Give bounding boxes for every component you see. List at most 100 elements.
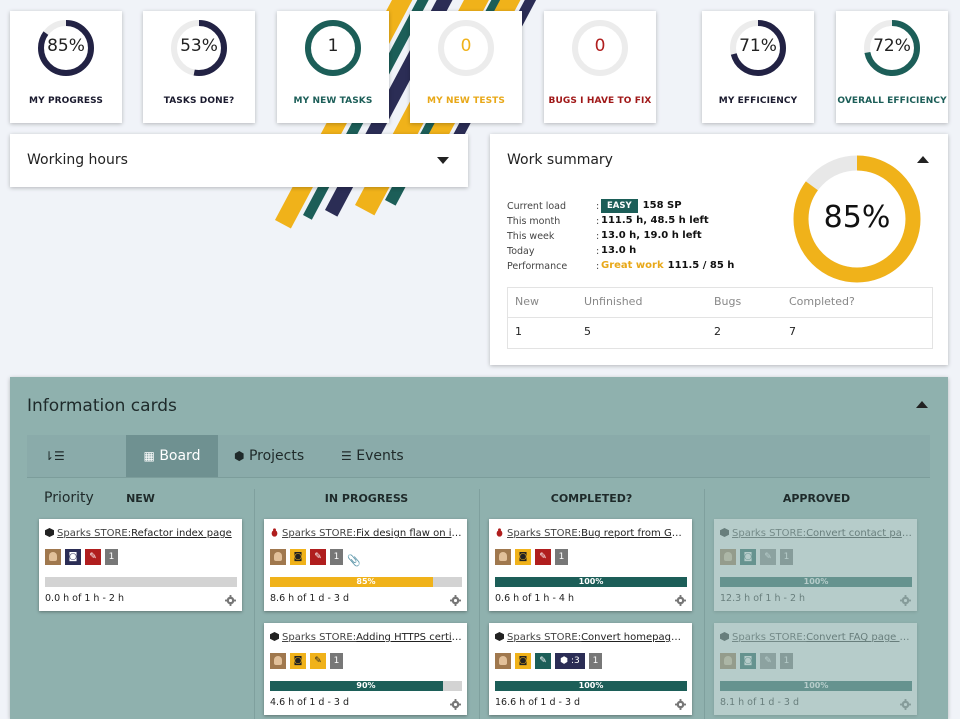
gear-icon[interactable] xyxy=(675,699,686,710)
pen-icon: ✎ xyxy=(85,549,101,565)
card-badges: ◙ ✎ 1 xyxy=(270,653,347,669)
card-project[interactable]: Sparks STORE: xyxy=(732,528,806,539)
card-task-name[interactable]: Fix design flaw on ind... xyxy=(356,528,462,539)
card-task-name[interactable]: Adding HTTPS certifica... xyxy=(356,632,462,643)
progress-bar: 100% xyxy=(720,577,912,587)
working-hours-panel[interactable]: Working hours xyxy=(10,134,468,187)
column-divider xyxy=(254,489,255,719)
gear-icon[interactable] xyxy=(900,699,911,710)
pen-icon: ✎ xyxy=(535,653,551,669)
kpi-label: TASKS DONE? xyxy=(163,96,235,106)
card-badges: ◙ ✎ 1 xyxy=(45,549,122,565)
gear-icon[interactable] xyxy=(675,595,686,606)
card-project[interactable]: Sparks STORE: xyxy=(282,632,356,643)
story-points-badge: 1 xyxy=(555,549,568,565)
card-title[interactable]: Sparks STORE:Convert FAQ page de... xyxy=(720,632,912,643)
card-badges: ◙ ✎ 1 📎 xyxy=(270,549,361,567)
load-badge: EASY xyxy=(601,199,638,213)
kpi-tile[interactable]: 0 BUGS I HAVE TO FIX xyxy=(544,11,656,123)
expand-caret-icon[interactable] xyxy=(437,157,449,164)
tab-projects[interactable]: ⬢ Projects xyxy=(234,435,314,477)
summary-row-separator: : xyxy=(596,261,600,272)
tab-board[interactable]: ▦ Board xyxy=(126,435,218,477)
story-points-badge: 1 xyxy=(330,653,343,669)
card-project[interactable]: Sparks STORE: xyxy=(57,528,131,539)
summary-value-bugs: 2 xyxy=(714,325,721,338)
card-title[interactable]: Sparks STORE:Convert contact page... xyxy=(720,528,912,539)
kpi-tile[interactable]: 85% MY PROGRESS xyxy=(10,11,122,123)
progress-label: 100% xyxy=(803,681,829,690)
kpi-label: MY NEW TESTS xyxy=(427,96,505,106)
summary-row-value: 13.0 h xyxy=(601,245,636,256)
avatar xyxy=(495,653,511,669)
avatar xyxy=(45,549,61,565)
gear-icon[interactable] xyxy=(900,595,911,606)
kpi-value: 71% xyxy=(739,36,777,56)
task-card[interactable]: Sparks STORE:Convert contact page... ◙✎1… xyxy=(714,519,917,611)
avatar xyxy=(270,549,286,565)
kpi-tile[interactable]: 53% TASKS DONE? xyxy=(143,11,255,123)
card-badges: ◙ ✎ 1 xyxy=(720,549,797,565)
card-title[interactable]: Sparks STORE:Bug report from Googl... xyxy=(495,528,687,539)
column-divider xyxy=(704,489,705,719)
progress-bar xyxy=(45,577,237,587)
card-title[interactable]: Sparks STORE:Convert homepage d... xyxy=(495,632,687,643)
kpi-value: 0 xyxy=(460,36,472,56)
card-project[interactable]: Sparks STORE: xyxy=(507,528,581,539)
summary-row-value: EASY 158 SP xyxy=(601,199,682,213)
gear-icon[interactable] xyxy=(225,595,236,606)
collapse-caret-icon[interactable] xyxy=(916,401,928,408)
task-card[interactable]: Sparks STORE:Bug report from Googl... ◙✎… xyxy=(489,519,692,611)
bug-icon xyxy=(271,528,278,537)
gear-icon[interactable] xyxy=(450,595,461,606)
pen-icon: ✎ xyxy=(760,549,776,565)
card-task-name[interactable]: Bug report from Googl... xyxy=(581,528,687,539)
task-card[interactable]: Sparks STORE:Adding HTTPS certifica... ◙… xyxy=(264,623,467,715)
task-card[interactable]: Sparks STORE:Convert FAQ page de... ◙ ✎ 1 … xyxy=(714,623,917,715)
card-task-name[interactable]: Refactor index page xyxy=(131,528,232,539)
kpi-label: MY PROGRESS xyxy=(29,96,103,106)
pen-icon: ✎ xyxy=(535,549,551,565)
tab-priority[interactable]: ⇂☰ Priority xyxy=(44,435,114,506)
card-title[interactable]: Sparks STORE:Adding HTTPS certifica... xyxy=(270,632,462,643)
kpi-tile[interactable]: 71% MY EFFICIENCY xyxy=(702,11,814,123)
card-title[interactable]: Sparks STORE:Fix design flaw on ind... xyxy=(270,528,462,539)
task-card[interactable]: Sparks STORE:Refactor index page ◙ ✎ 1 0.0… xyxy=(39,519,242,611)
summary-row-label: Today xyxy=(507,246,535,257)
summary-row-label: Performance xyxy=(507,261,568,272)
paperclip-icon: 📎 xyxy=(347,554,361,567)
gear-icon[interactable] xyxy=(450,699,461,710)
kpi-tile[interactable]: 1 MY NEW TASKS xyxy=(277,11,389,123)
working-hours-title: Working hours xyxy=(27,152,128,168)
grid-icon: ▦ xyxy=(143,449,155,463)
kpi-value: 85% xyxy=(47,36,85,56)
summary-row-label: Current load xyxy=(507,201,567,212)
summary-row-label: This week xyxy=(507,231,555,242)
camera-icon: ◙ xyxy=(515,549,531,565)
subtask-badge: ⬢ :3 xyxy=(555,653,585,669)
column-header-approved: APPROVED xyxy=(782,492,851,505)
card-time: 8.1 h of 1 d - 3 d xyxy=(720,697,800,708)
task-card[interactable]: Sparks STORE:Fix design flaw on ind... ◙… xyxy=(264,519,467,611)
avatar xyxy=(270,653,286,669)
card-task-name[interactable]: Convert contact page... xyxy=(806,528,912,539)
card-task-name[interactable]: Convert homepage d... xyxy=(581,632,687,643)
card-task-name[interactable]: Convert FAQ page de... xyxy=(806,632,912,643)
kpi-tile[interactable]: 0 MY NEW TESTS xyxy=(410,11,522,123)
avatar xyxy=(720,549,736,565)
card-time: 4.6 h of 1 d - 3 d xyxy=(270,697,350,708)
summary-divider xyxy=(508,317,932,318)
progress-label: 85% xyxy=(356,577,376,586)
card-project[interactable]: Sparks STORE: xyxy=(507,632,581,643)
kpi-tile[interactable]: 72% OVERALL EFFICIENCY xyxy=(836,11,948,123)
tab-label: Board xyxy=(159,448,201,464)
card-project[interactable]: Sparks STORE: xyxy=(282,528,356,539)
card-project[interactable]: Sparks STORE: xyxy=(732,632,806,643)
progress-bar: 100% xyxy=(720,681,912,691)
task-card[interactable]: Sparks STORE:Convert homepage d... ◙ ✎ ⬢ :… xyxy=(489,623,692,715)
information-cards-panel: Information cards ⇂☰ Priority ▦ Board ⬢ … xyxy=(10,377,948,719)
tab-label: Projects xyxy=(248,448,305,464)
card-title[interactable]: Sparks STORE:Refactor index page xyxy=(45,528,237,539)
tab-events[interactable]: ☰ Events xyxy=(341,435,411,477)
summary-row-label: This month xyxy=(507,216,561,227)
